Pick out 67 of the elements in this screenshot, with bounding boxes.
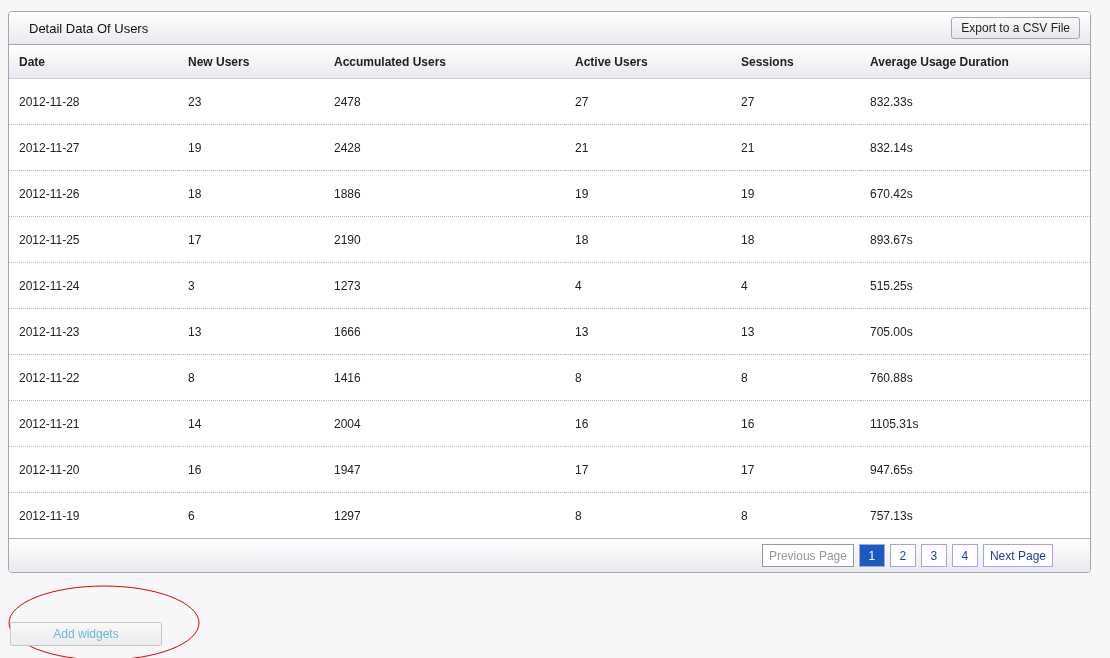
table-cell: 18 [178,170,324,217]
table-cell: 8 [731,354,860,401]
table-cell: 893.67s [860,216,1090,263]
next-page-button[interactable]: Next Page [982,544,1053,567]
table-cell: 4 [565,262,731,309]
table-cell: 2012-11-20 [9,446,178,493]
page-number-button[interactable]: 4 [951,544,978,567]
table-cell: 760.88s [860,354,1090,401]
table-cell: 1273 [324,262,565,309]
table-cell: 19 [565,170,731,217]
table-cell: 18 [731,216,860,263]
table-cell: 670.42s [860,170,1090,217]
table-cell: 13 [565,308,731,355]
table-cell: 21 [731,124,860,171]
table-cell: 27 [565,78,731,125]
table-cell: 1105.31s [860,400,1090,447]
table-cell: 17 [565,446,731,493]
table-cell: 2428 [324,124,565,171]
table-cell: 2478 [324,78,565,125]
table-cell: 1666 [324,308,565,355]
table-cell: 4 [731,262,860,309]
table-cell: 8 [178,354,324,401]
panel-title: Detail Data Of Users [29,20,149,36]
table-cell: 8 [731,492,860,539]
table-cell: 13 [178,308,324,355]
table-cell: 2012-11-21 [9,400,178,447]
table-cell: 19 [731,170,860,217]
table-cell: 705.00s [860,308,1090,355]
table-cell: 2012-11-25 [9,216,178,263]
table-cell: 6 [178,492,324,539]
table-cell: 16 [565,400,731,447]
table-cell: 947.65s [860,446,1090,493]
table-cell: 14 [178,400,324,447]
table-cell: 19 [178,124,324,171]
table-cell: 2012-11-19 [9,492,178,539]
page-number-button[interactable]: 2 [889,544,916,567]
table-cell: 1886 [324,170,565,217]
table-cell: 515.25s [860,262,1090,309]
table-cell: 2012-11-28 [9,78,178,125]
export-csv-button[interactable]: Export to a CSV File [951,17,1080,39]
table-cell: 16 [731,400,860,447]
table-cell: 832.33s [860,78,1090,125]
table-cell: 8 [565,354,731,401]
table-cell: 23 [178,78,324,125]
table-cell: 1297 [324,492,565,539]
table-cell: 1416 [324,354,565,401]
table-cell: 2012-11-24 [9,262,178,309]
table-cell: 16 [178,446,324,493]
table-cell: 18 [565,216,731,263]
table-cell: 2012-11-26 [9,170,178,217]
table-cell: 832.14s [860,124,1090,171]
page-number-button[interactable]: 1 [858,544,885,567]
table-cell: 757.13s [860,492,1090,539]
table-cell: 3 [178,262,324,309]
page-number-button[interactable]: 3 [920,544,947,567]
table-cell: 2012-11-27 [9,124,178,171]
table-cell: 2012-11-22 [9,354,178,401]
table-cell: 17 [731,446,860,493]
table-cell: 2190 [324,216,565,263]
table-cell: 13 [731,308,860,355]
table-cell: 2012-11-23 [9,308,178,355]
table-cell: 17 [178,216,324,263]
table-cell: 27 [731,78,860,125]
table-cell: 2004 [324,400,565,447]
table-cell: 8 [565,492,731,539]
table-cell: 21 [565,124,731,171]
table-cell: 1947 [324,446,565,493]
